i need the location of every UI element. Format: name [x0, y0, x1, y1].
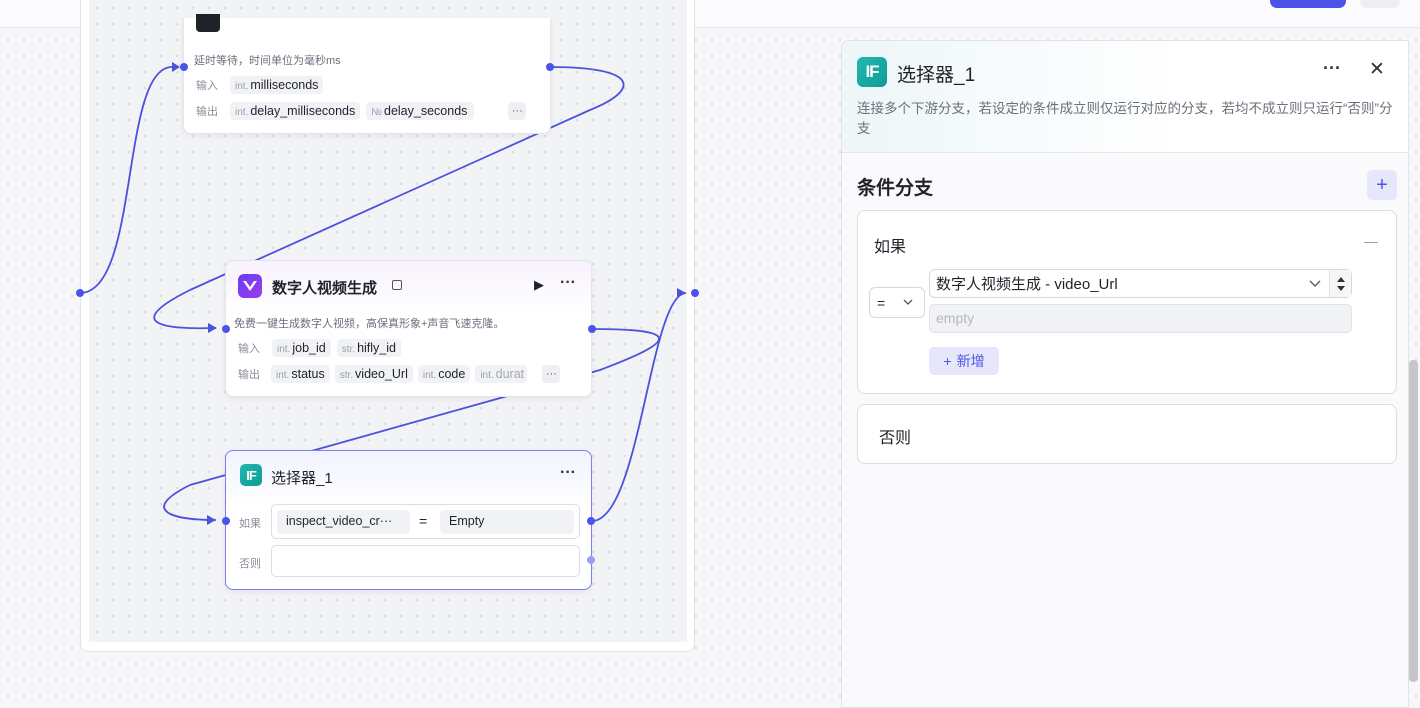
digital-human-output-port[interactable]: [588, 325, 596, 333]
selector-if-output-port[interactable]: [587, 517, 595, 525]
delay-outputs-more-button[interactable]: ···: [508, 102, 527, 120]
else-branch-label: 否则: [879, 430, 912, 447]
digital-human-output-chip: int. durat: [475, 365, 528, 383]
digital-human-description: 免费一键生成数字人视频，高保真形象+声音飞速克隆。: [234, 318, 505, 330]
delay-input-label: 输入: [196, 80, 218, 92]
delay-input-port[interactable]: [180, 63, 188, 71]
digital-human-logo-icon: [238, 274, 262, 298]
panel-more-icon[interactable]: ···: [1323, 58, 1341, 79]
panel-description: 连接多个下游分支，若设定的条件成立则仅运行对应的分支，若均不成立则只运行“否则”…: [857, 101, 1393, 136]
loop-start-port[interactable]: [76, 289, 84, 297]
delay-output-chip: № delay_seconds: [366, 102, 475, 120]
digital-human-input-row: 输入 int. job_id str. hifly_id: [238, 339, 401, 357]
plugin-badge-icon: [392, 280, 402, 290]
panel-header: IF 选择器_1 ··· ✕ 连接多个下游分支，若设定的条件成立则仅运行对应的分…: [842, 41, 1408, 153]
panel-if-icon: IF: [857, 57, 887, 87]
value-input[interactable]: empty: [929, 304, 1352, 333]
digital-human-output-chip: str. video_Url: [334, 365, 413, 383]
selector-if-icon: IF: [240, 464, 262, 486]
if-branch-card: 如果 — = 数字人视频生成 - video_Url empty + 新增: [857, 210, 1397, 394]
selector-else-output-port[interactable]: [587, 556, 595, 564]
selector-title: 选择器_1: [271, 470, 333, 487]
digital-human-node[interactable]: 数字人视频生成 ▶ ··· 免费一键生成数字人视频，高保真形象+声音飞速克隆。 …: [225, 260, 592, 397]
collapse-branch-icon[interactable]: —: [1364, 233, 1378, 249]
loop-end-port[interactable]: [691, 289, 699, 297]
edge-start-to-delay: [79, 66, 173, 294]
arrow-selector-input: [207, 515, 216, 525]
add-branch-button[interactable]: +: [1367, 170, 1397, 200]
operator-value: =: [877, 294, 886, 311]
delay-node-output-row: 输出 int. delay_milliseconds № delay_seconds…: [196, 102, 527, 120]
close-icon[interactable]: ✕: [1369, 58, 1385, 81]
delay-input-chip: int. milliseconds: [230, 76, 324, 94]
delay-node-description: 延时等待，时间单位为毫秒ms: [194, 55, 341, 67]
stepper-control[interactable]: [1329, 270, 1351, 297]
digital-human-more-icon[interactable]: ···: [560, 274, 576, 292]
delay-node-icon: [196, 14, 220, 32]
condition-operator: =: [419, 513, 428, 529]
digital-human-title: 数字人视频生成: [272, 280, 378, 297]
plus-icon: +: [943, 353, 952, 369]
stepper-arrows-icon: [1337, 277, 1345, 291]
digital-human-input-chip: int. job_id: [272, 339, 331, 357]
operator-select[interactable]: =: [869, 287, 925, 318]
arrow-delay-input: [172, 62, 180, 72]
delay-node[interactable]: 延时等待，时间单位为毫秒ms 输入 int. milliseconds 输出 in…: [183, 14, 551, 134]
panel-title[interactable]: 选择器_1: [897, 60, 975, 87]
arrow-end-input: [677, 288, 686, 298]
section-title: 条件分支: [857, 178, 934, 199]
run-node-icon[interactable]: ▶: [534, 277, 544, 293]
condition-left-chip: inspect_video_cr···: [277, 510, 410, 534]
digital-human-output-row: 输出 int. status str. video_Url int. code int…: [238, 365, 561, 383]
selector-else-label: 否则: [239, 558, 261, 570]
condition-right-chip: Empty: [440, 510, 574, 534]
arrow-digital-input: [208, 323, 217, 333]
selector-node[interactable]: IF 选择器_1 ··· 如果 inspect_video_cr··· = Em…: [225, 450, 592, 590]
digital-human-outputs-more-button[interactable]: ···: [542, 365, 561, 383]
chevron-down-icon: [1309, 280, 1321, 287]
edge-selector-to-end: [591, 292, 687, 522]
selector-else-box[interactable]: [271, 545, 580, 577]
selector-if-label: 如果: [239, 518, 261, 530]
selector-input-port[interactable]: [222, 517, 230, 525]
else-branch-card: 否则: [857, 404, 1397, 464]
selector-condition-box[interactable]: inspect_video_cr··· = Empty: [271, 504, 580, 539]
digital-human-output-chip: int. status: [271, 365, 330, 383]
digital-human-input-label: 输入: [238, 343, 260, 355]
selector-more-icon[interactable]: ···: [560, 464, 576, 482]
digital-human-output-chip: int. code: [417, 365, 471, 383]
add-condition-label: 新增: [956, 353, 985, 369]
properties-panel: IF 选择器_1 ··· ✕ 连接多个下游分支，若设定的条件成立则仅运行对应的分…: [841, 40, 1409, 708]
variable-value: 数字人视频生成 - video_Url: [936, 276, 1118, 293]
add-condition-button[interactable]: + 新增: [929, 347, 999, 375]
variable-select[interactable]: 数字人视频生成 - video_Url: [929, 269, 1352, 298]
delay-node-input-row: 输入 int. milliseconds: [196, 76, 324, 94]
delay-output-label: 输出: [196, 106, 218, 118]
delay-output-port[interactable]: [546, 63, 554, 71]
panel-scrollbar[interactable]: [1409, 360, 1418, 682]
digital-human-input-port[interactable]: [222, 325, 230, 333]
if-branch-label: 如果: [874, 239, 907, 256]
chevron-down-icon: [903, 299, 913, 305]
digital-human-output-label: 输出: [238, 369, 260, 381]
delay-output-chip: int. delay_milliseconds: [230, 102, 361, 120]
digital-human-input-chip: str. hifly_id: [336, 339, 401, 357]
